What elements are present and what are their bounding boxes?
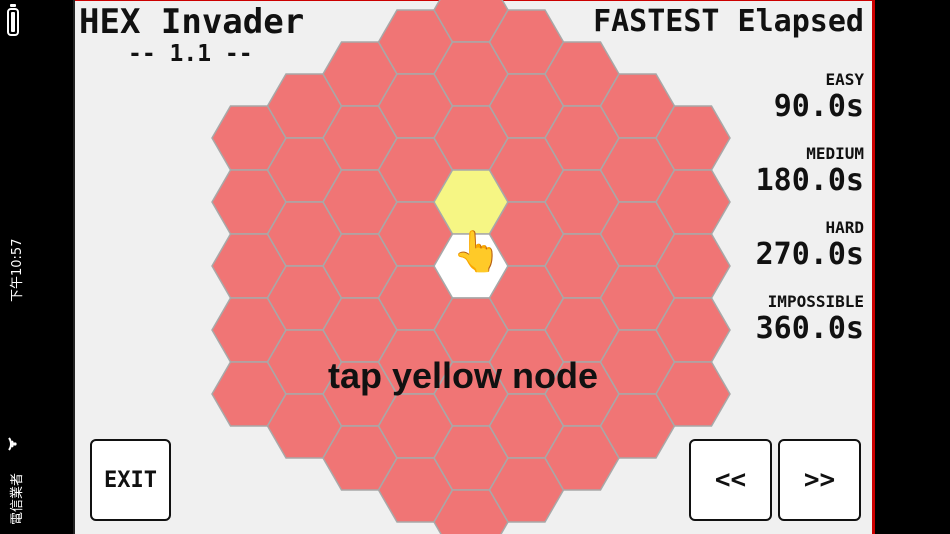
level-time-hard: 270.0s	[755, 237, 864, 272]
next-button[interactable]: >>	[778, 439, 861, 521]
exit-button[interactable]: EXIT	[90, 439, 171, 521]
level-label-easy: EASY	[825, 70, 864, 89]
level-time-medium: 180.0s	[755, 163, 864, 198]
level-time-impossible: 360.0s	[755, 311, 864, 346]
hint-text: tap yellow node	[328, 355, 599, 396]
level-time-easy: 90.0s	[773, 89, 864, 124]
game-version: -- 1.1 --	[128, 41, 253, 67]
pointing-hand-icon: 👆	[452, 229, 502, 275]
level-label-hard: HARD	[825, 218, 864, 237]
records-heading: FASTEST Elapsed	[593, 4, 864, 39]
level-label-medium: MEDIUM	[806, 144, 864, 163]
game-title: HEX Invader	[79, 2, 305, 42]
previous-button[interactable]: <<	[689, 439, 772, 521]
level-label-impossible: IMPOSSIBLE	[767, 292, 864, 311]
